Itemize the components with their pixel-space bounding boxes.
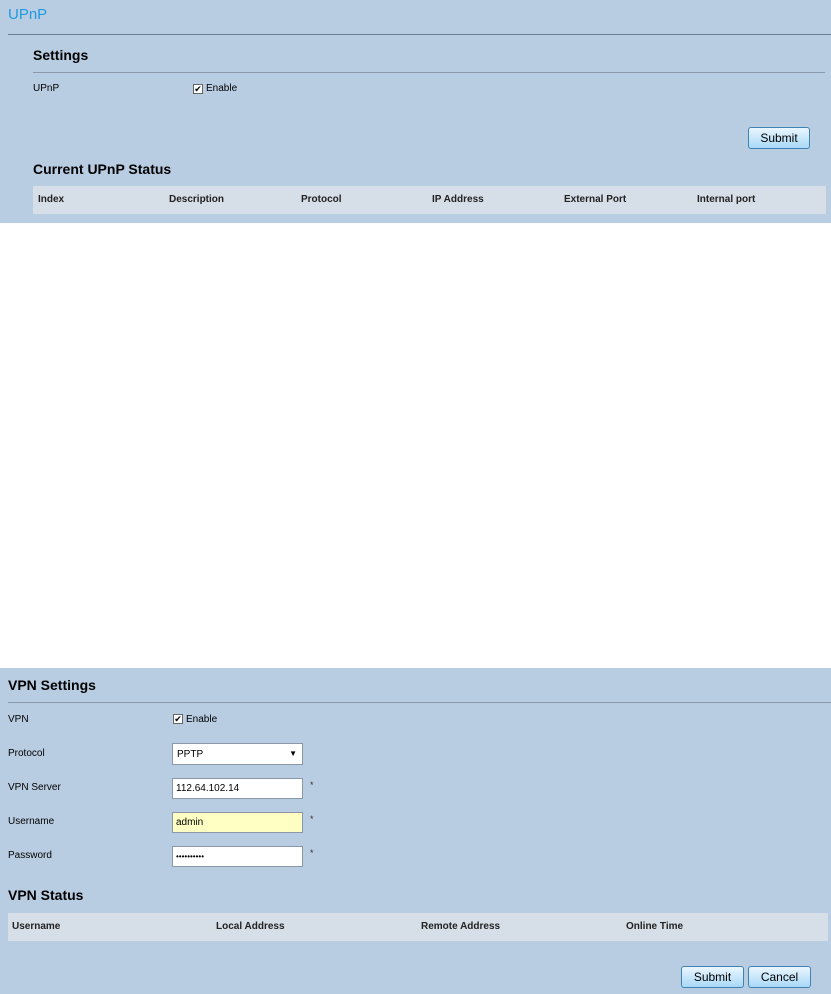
vpn-settings-title: VPN Settings: [8, 677, 96, 693]
username-field-label: Username: [8, 816, 55, 827]
vpn-enable-label: Enable: [186, 714, 218, 725]
column-header-online-time: Online Time: [626, 921, 684, 932]
vpn-cancel-button[interactable]: Cancel: [748, 966, 811, 988]
vpn-status-title: VPN Status: [8, 887, 84, 903]
title-divider: [8, 34, 831, 35]
column-header-ip-address: IP Address: [432, 194, 484, 205]
required-mark: *: [310, 848, 314, 858]
page-title: UPnP: [8, 6, 48, 23]
required-mark: *: [310, 780, 314, 790]
vpn-status-table-header: Username Local Address Remote Address On…: [8, 913, 828, 941]
column-header-protocol: Protocol: [301, 194, 342, 205]
settings-section-title: Settings: [33, 47, 89, 63]
username-input[interactable]: admin: [172, 812, 303, 833]
dropdown-arrow-icon: ▼: [289, 749, 297, 758]
settings-divider: [33, 72, 825, 73]
upnp-status-table-header: Index Description Protocol IP Address Ex…: [33, 186, 826, 214]
protocol-selected-value: PPTP: [177, 749, 204, 760]
column-header-username: Username: [12, 921, 61, 932]
upnp-enable-label: Enable: [206, 83, 238, 94]
vpn-enable-checkbox[interactable]: ✔: [173, 714, 183, 724]
upnp-panel: UPnP Settings UPnP ✔ Enable Submit Curre…: [0, 0, 831, 223]
protocol-select[interactable]: PPTP ▼: [172, 743, 303, 765]
password-field-label: Password: [8, 850, 52, 861]
column-header-local-address: Local Address: [216, 921, 285, 932]
upnp-enable-checkbox[interactable]: ✔: [193, 84, 203, 94]
upnp-field-label: UPnP: [33, 83, 60, 94]
column-header-index: Index: [38, 194, 65, 205]
vpn-panel: VPN Settings VPN ✔ Enable Protocol PPTP …: [0, 668, 831, 994]
column-header-external-port: External Port: [564, 194, 627, 205]
upnp-submit-button[interactable]: Submit: [748, 127, 810, 149]
column-header-remote-address: Remote Address: [421, 921, 501, 932]
column-header-internal-port: Internal port: [697, 194, 756, 205]
required-mark: *: [310, 814, 314, 824]
vpn-server-input[interactable]: 112.64.102.14: [172, 778, 303, 799]
protocol-field-label: Protocol: [8, 748, 45, 759]
vpn-submit-button[interactable]: Submit: [681, 966, 744, 988]
column-header-description: Description: [169, 194, 225, 205]
upnp-status-title: Current UPnP Status: [33, 161, 172, 177]
vpn-field-label: VPN: [8, 714, 29, 725]
vpn-server-field-label: VPN Server: [8, 782, 61, 793]
password-input[interactable]: ••••••••••: [172, 846, 303, 867]
vpn-settings-divider: [8, 702, 831, 703]
